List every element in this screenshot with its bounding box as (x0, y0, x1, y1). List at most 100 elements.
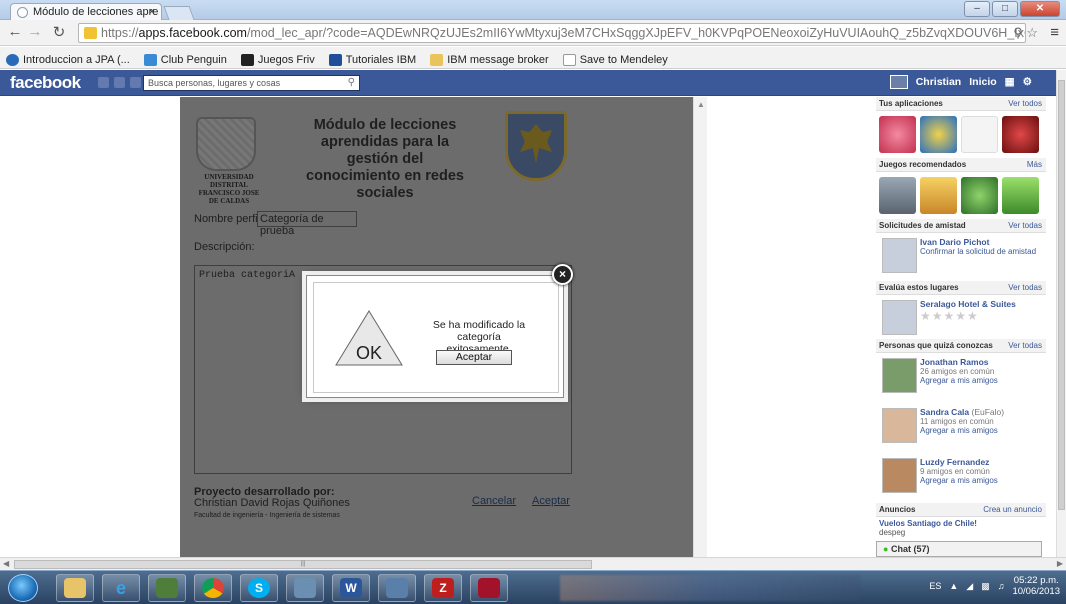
filezilla-icon[interactable]: Z (424, 574, 462, 602)
tab-close-icon[interactable]: × (149, 6, 155, 18)
section-title: Juegos recomendados (879, 160, 967, 169)
bookmark-item[interactable]: Introduccion a JPA (... (6, 51, 130, 68)
network-icon[interactable]: ▩ (981, 581, 990, 592)
forward-arrow-icon[interactable]: → (26, 23, 44, 40)
page-scrollbar[interactable] (1056, 70, 1066, 557)
farmville-game-icon[interactable] (1002, 177, 1039, 214)
accept-link[interactable]: Aceptar (532, 495, 570, 507)
browser-tab[interactable]: Módulo de lecciones apre × (10, 3, 162, 21)
chrome-icon[interactable] (194, 574, 232, 602)
person-name[interactable]: Luzdy Fernandez (920, 457, 1042, 467)
wordpress-icon (6, 53, 19, 66)
cancel-link[interactable]: Cancelar (472, 495, 516, 507)
mendeley-icon[interactable] (470, 574, 508, 602)
close-dialog-icon[interactable]: × (552, 264, 573, 285)
people-item: Jonathan Ramos 26 amigos en común Agrega… (876, 353, 1046, 403)
publisher-icon[interactable] (148, 574, 186, 602)
bookmark-item[interactable]: Club Penguin (143, 51, 227, 68)
settings-gear-icon[interactable]: ⚙ (1023, 76, 1032, 88)
my-ninja-game-icon[interactable] (920, 177, 957, 214)
facebook-logo[interactable]: facebook (10, 73, 81, 93)
close-window-button[interactable]: ✕ (1020, 1, 1060, 17)
search-icon[interactable]: ⚲ (348, 77, 355, 88)
new-tab-button[interactable] (163, 6, 195, 20)
bookmark-label: Introduccion a JPA (... (23, 53, 130, 66)
skype-icon[interactable]: S (240, 574, 278, 602)
see-all-apps-link[interactable]: Ver todos (1008, 99, 1042, 108)
tray-expand-icon[interactable]: ▲ (949, 581, 958, 591)
market-land-game-icon[interactable] (961, 177, 998, 214)
back-arrow-icon[interactable]: ← (6, 23, 24, 40)
avatar[interactable] (882, 458, 917, 493)
friend-list-icon[interactable]: ▦ (1005, 76, 1015, 88)
see-all-places-link[interactable]: Ver todas (1008, 283, 1042, 292)
avatar[interactable] (882, 238, 917, 273)
ad-title[interactable]: Vuelos Santiago de Chile! (879, 519, 1043, 528)
add-friend-link[interactable]: Agregar a mis amigos (920, 376, 1042, 385)
volume-icon[interactable]: ♫ (998, 581, 1005, 591)
user-name-link[interactable]: Christian (916, 76, 962, 88)
maximize-button[interactable]: □ (992, 1, 1018, 17)
person-name[interactable]: Sandra Cala (EuFalo) (920, 407, 1042, 417)
bookmark-item[interactable]: Tutoriales IBM (328, 51, 416, 68)
confirm-request-link[interactable]: Confirmar la solicitud de amistad (920, 247, 1042, 256)
person-name[interactable]: Jonathan Ramos (920, 357, 1042, 367)
profile-name-input[interactable]: Categoría de prueba (257, 211, 357, 237)
bookmark-item[interactable]: Save to Mendeley (562, 51, 668, 68)
horizontal-scroll-thumb[interactable]: ||| (14, 560, 592, 569)
bubble-game-app-icon[interactable] (920, 116, 957, 153)
accept-button[interactable]: Aceptar (436, 350, 512, 365)
browser-titlebar: Módulo de lecciones apre × – □ ✕ (0, 0, 1066, 21)
address-bar[interactable]: https://apps.facebook.com/mod_lec_apr/?c… (78, 23, 1026, 43)
project-credits: Proyecto desarrollado por: Christian Dav… (194, 487, 350, 520)
window-controls: – □ ✕ (964, 1, 1060, 17)
menu-icon[interactable]: ≡ (1050, 24, 1059, 41)
friend-name[interactable]: Ivan Dario Pichot (920, 237, 1042, 247)
add-friend-link[interactable]: Agregar a mis amigos (920, 476, 1042, 485)
friends-icon[interactable] (98, 77, 109, 88)
ad-item[interactable]: Vuelos Santiago de Chile! despeg (876, 517, 1046, 539)
zoom-star-icons[interactable]: ⚲ ☆ (1013, 25, 1038, 41)
chat-bar[interactable]: ● Chat (57) (876, 541, 1042, 557)
language-indicator[interactable]: ES (929, 581, 941, 591)
game-icon[interactable] (879, 177, 916, 214)
installer-icon[interactable] (286, 574, 324, 602)
reload-icon[interactable]: ↻ (50, 23, 68, 41)
home-link[interactable]: Inicio (969, 76, 996, 88)
place-name[interactable]: Seralago Hotel & Suites (920, 299, 1042, 309)
scrollbar-thumb[interactable] (1058, 80, 1065, 510)
avatar[interactable] (882, 358, 917, 393)
candy-crush-app-icon[interactable] (879, 116, 916, 153)
nike-fitness-app-icon[interactable] (961, 116, 998, 153)
signal-icon[interactable]: ◢ (966, 581, 973, 592)
bookmark-item[interactable]: Juegos Friv (240, 51, 315, 68)
add-friend-link[interactable]: Agregar a mis amigos (920, 426, 1042, 435)
see-all-people-link[interactable]: Ver todas (1008, 341, 1042, 350)
messages-icon[interactable] (114, 77, 125, 88)
poker-app-icon[interactable] (1002, 116, 1039, 153)
word-icon[interactable]: W (332, 574, 370, 602)
university-name: UNIVERSIDAD DISTRITAL FRANCISCO JOSE DE … (198, 173, 260, 205)
more-games-link[interactable]: Más (1027, 160, 1042, 169)
horizontal-scrollbar[interactable]: ◀ ||| ▶ (0, 557, 1066, 570)
scroll-right-icon[interactable]: ▶ (1057, 559, 1063, 568)
rating-stars[interactable]: ★★★★★ (920, 309, 1042, 323)
avatar[interactable] (889, 75, 908, 89)
scroll-left-icon[interactable]: ◀ (3, 559, 9, 568)
bookmarks-bar: Introduccion a JPA (... Club Penguin Jue… (0, 47, 1066, 69)
clock[interactable]: 05:22 p.m. 10/06/2013 (1012, 575, 1060, 597)
scroll-up-icon[interactable]: ▲ (697, 100, 705, 109)
notifications-icon[interactable] (130, 77, 141, 88)
start-button[interactable] (8, 574, 38, 602)
create-ad-link[interactable]: Crea un anuncio (983, 505, 1042, 514)
facebook-search-input[interactable]: Busca personas, lugares y cosas ⚲ (143, 75, 360, 91)
bookmark-item[interactable]: IBM message broker (430, 51, 549, 68)
avatar[interactable] (882, 408, 917, 443)
internet-explorer-icon[interactable]: e (102, 574, 140, 602)
minimize-button[interactable]: – (964, 1, 990, 17)
see-all-requests-link[interactable]: Ver todas (1008, 221, 1042, 230)
app-scrollbar[interactable]: ▲ (693, 97, 707, 557)
virtualbox-icon[interactable] (378, 574, 416, 602)
location-pin-icon (882, 300, 917, 335)
file-explorer-icon[interactable] (56, 574, 94, 602)
